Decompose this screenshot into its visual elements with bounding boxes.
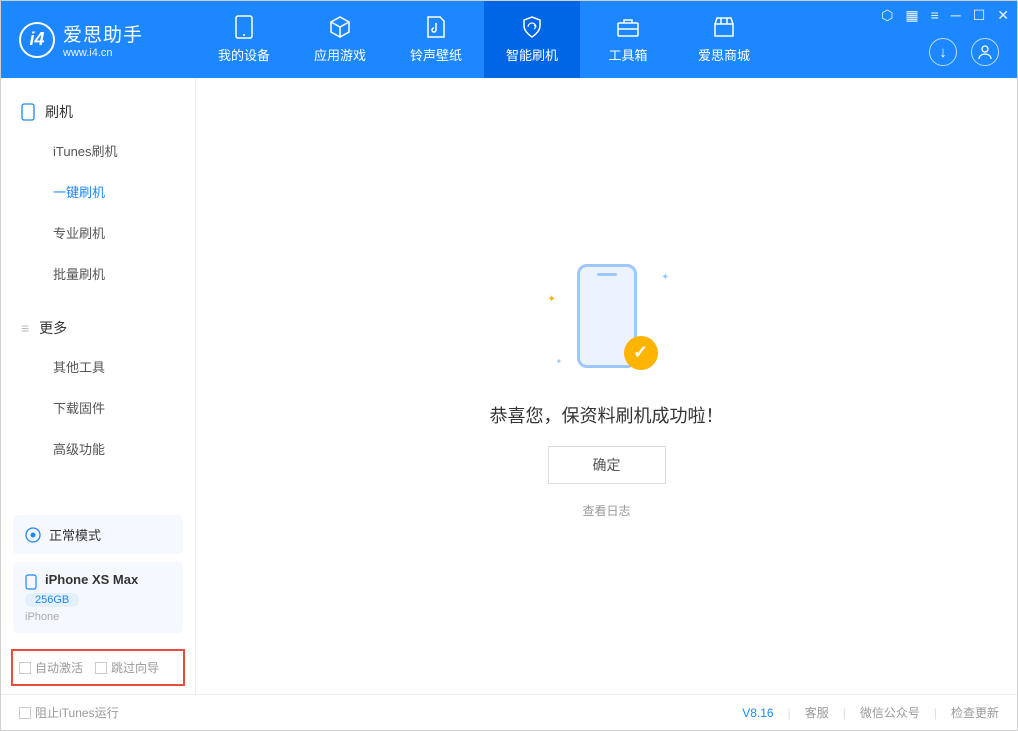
sidebar-item-other-tools[interactable]: 其他工具 bbox=[1, 346, 195, 387]
list-icon: ≡ bbox=[21, 320, 29, 336]
maximize-button[interactable]: ☐ bbox=[973, 7, 986, 24]
phone-small-icon bbox=[25, 574, 37, 590]
window-controls: ⬡ ▦ ≡ ─ ☐ ✕ bbox=[881, 7, 1009, 24]
checkbox-skip-guide[interactable]: 跳过向导 bbox=[95, 659, 159, 676]
device-mode-box[interactable]: 正常模式 bbox=[13, 515, 183, 554]
footer-support-link[interactable]: 客服 bbox=[805, 704, 829, 721]
view-log-link[interactable]: 查看日志 bbox=[582, 502, 630, 519]
sidebar-item-advanced[interactable]: 高级功能 bbox=[1, 428, 195, 469]
tab-toolbox[interactable]: 工具箱 bbox=[580, 1, 676, 78]
tab-apps-games[interactable]: 应用游戏 bbox=[292, 1, 388, 78]
check-icon: ✓ bbox=[624, 336, 658, 370]
ok-button[interactable]: 确定 bbox=[548, 446, 666, 484]
checkbox-auto-activate[interactable]: 自动激活 bbox=[19, 659, 83, 676]
music-file-icon bbox=[424, 15, 448, 39]
toolbox-icon bbox=[616, 15, 640, 39]
footer-update-link[interactable]: 检查更新 bbox=[951, 704, 999, 721]
sidebar-group-flash: 刷机 bbox=[1, 94, 195, 130]
footer-wechat-link[interactable]: 微信公众号 bbox=[860, 704, 920, 721]
device-name: iPhone XS Max bbox=[45, 572, 138, 587]
checkbox-block-itunes[interactable]: 阻止iTunes运行 bbox=[19, 704, 119, 721]
logo-area: i4 爱思助手 www.i4.cn bbox=[1, 20, 196, 59]
device-storage-badge: 256GB bbox=[25, 593, 79, 607]
success-message: 恭喜您，保资料刷机成功啦！ bbox=[490, 402, 724, 428]
close-button[interactable]: ✕ bbox=[997, 7, 1009, 24]
tab-my-device[interactable]: 我的设备 bbox=[196, 1, 292, 78]
menu-icon[interactable]: ≡ bbox=[931, 7, 939, 24]
grid-icon[interactable]: ▦ bbox=[905, 7, 918, 24]
sidebar-item-download-firmware[interactable]: 下载固件 bbox=[1, 387, 195, 428]
flash-options-row: 自动激活 跳过向导 bbox=[11, 649, 185, 686]
header-right-buttons: ↓ bbox=[929, 38, 999, 66]
success-illustration: ✦ ✦ ✦ ✓ bbox=[542, 254, 672, 384]
version-label: V8.16 bbox=[742, 706, 773, 720]
user-button[interactable] bbox=[971, 38, 999, 66]
sidebar-item-oneclick-flash[interactable]: 一键刷机 bbox=[1, 171, 195, 212]
download-button[interactable]: ↓ bbox=[929, 38, 957, 66]
tab-store[interactable]: 爱思商城 bbox=[676, 1, 772, 78]
tab-smart-flash[interactable]: 智能刷机 bbox=[484, 1, 580, 78]
app-subtitle: www.i4.cn bbox=[63, 47, 143, 59]
footer: 阻止iTunes运行 V8.16 | 客服 | 微信公众号 | 检查更新 bbox=[1, 694, 1017, 730]
store-icon bbox=[712, 15, 736, 39]
device-icon bbox=[21, 103, 35, 121]
app-header: i4 爱思助手 www.i4.cn 我的设备 应用游戏 铃声壁纸 智能刷机 工具… bbox=[1, 1, 1017, 78]
mode-icon bbox=[25, 527, 41, 543]
sidebar-item-pro-flash[interactable]: 专业刷机 bbox=[1, 212, 195, 253]
sidebar: 刷机 iTunes刷机 一键刷机 专业刷机 批量刷机 ≡ 更多 其他工具 下载固… bbox=[1, 78, 196, 694]
refresh-shield-icon bbox=[520, 15, 544, 39]
app-title: 爱思助手 bbox=[63, 20, 143, 47]
shirt-icon[interactable]: ⬡ bbox=[881, 7, 893, 24]
main-content: ✦ ✦ ✦ ✓ 恭喜您，保资料刷机成功啦！ 确定 查看日志 bbox=[196, 78, 1017, 694]
sidebar-item-batch-flash[interactable]: 批量刷机 bbox=[1, 253, 195, 294]
minimize-button[interactable]: ─ bbox=[951, 7, 961, 24]
sidebar-group-more: ≡ 更多 bbox=[1, 310, 195, 346]
phone-icon bbox=[232, 15, 256, 39]
tab-ringtones-wallpapers[interactable]: 铃声壁纸 bbox=[388, 1, 484, 78]
sidebar-item-itunes-flash[interactable]: iTunes刷机 bbox=[1, 130, 195, 171]
device-info-box[interactable]: iPhone XS Max 256GB iPhone bbox=[13, 562, 183, 633]
device-type: iPhone bbox=[25, 611, 171, 623]
cube-icon bbox=[328, 15, 352, 39]
app-logo-icon: i4 bbox=[19, 22, 55, 58]
nav-tabs: 我的设备 应用游戏 铃声壁纸 智能刷机 工具箱 爱思商城 bbox=[196, 1, 772, 78]
